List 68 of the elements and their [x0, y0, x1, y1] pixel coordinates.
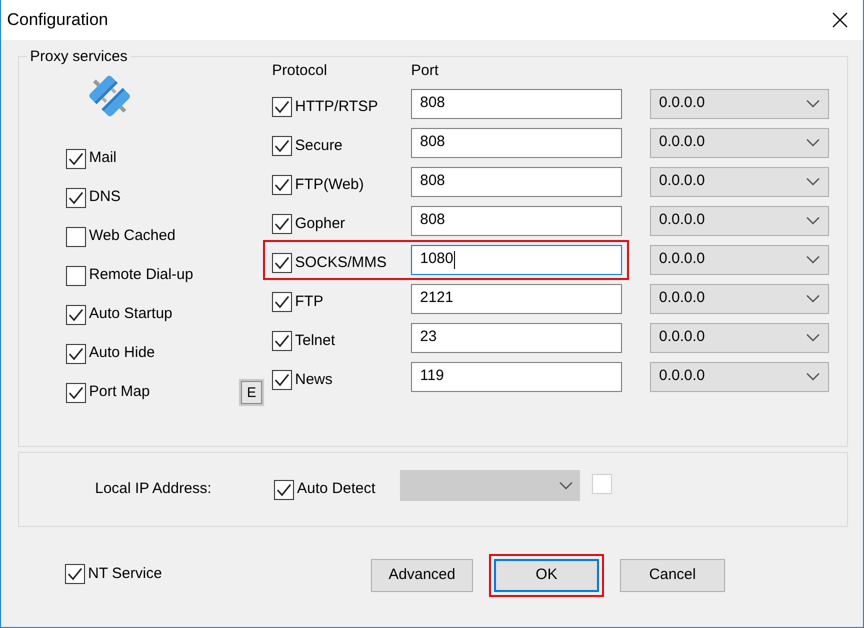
checkbox[interactable]: Auto Detect: [274, 478, 376, 501]
port-field[interactable]: 119: [411, 362, 622, 392]
port-field[interactable]: 808: [411, 206, 622, 236]
address-dropdown[interactable]: 0.0.0.0: [650, 284, 829, 314]
dialog-button[interactable]: Cancel: [620, 559, 725, 592]
checkbox[interactable]: FTP(Web): [272, 174, 411, 196]
check-icon: [274, 295, 290, 309]
port-map-button[interactable]: E: [239, 379, 264, 406]
checkbox[interactable]: [592, 474, 612, 494]
checkbox[interactable]: Mail: [66, 147, 117, 170]
port-field[interactable]: 23: [411, 322, 622, 352]
dialog-button[interactable]: OK: [494, 559, 599, 592]
address-dropdown[interactable]: 0.0.0.0: [650, 244, 829, 274]
port-field[interactable]: 808: [411, 88, 622, 118]
column-header: Protocol: [272, 61, 328, 81]
address-dropdown[interactable]: 0.0.0.0: [650, 128, 829, 158]
chevron-icon: [806, 333, 820, 342]
check-icon: [274, 217, 290, 231]
check-icon: [276, 482, 292, 496]
chevron-icon: [806, 216, 820, 225]
chevron-icon: [806, 99, 820, 108]
check-icon: [68, 152, 84, 166]
checkbox[interactable]: HTTP/RTSP: [272, 96, 411, 118]
checkbox[interactable]: Remote Dial-up: [66, 264, 194, 287]
dialog-button[interactable]: Advanced: [371, 559, 473, 592]
check-icon: [274, 100, 290, 114]
close-icon[interactable]: [832, 12, 848, 28]
check-icon: [274, 178, 290, 192]
check-icon: [274, 256, 290, 270]
chevron-icon: [806, 255, 820, 264]
checkbox[interactable]: Auto Startup: [66, 303, 172, 326]
checkbox[interactable]: Port Map: [66, 381, 150, 404]
check-icon: [274, 334, 290, 348]
port-field[interactable]: 1080: [411, 244, 622, 274]
port-field[interactable]: 808: [411, 166, 622, 196]
checkbox[interactable]: DNS: [66, 186, 121, 209]
field-label: Local IP Address:: [95, 479, 212, 500]
column-header: Port: [411, 61, 439, 81]
checkbox[interactable]: Secure: [272, 134, 411, 158]
checkbox[interactable]: FTP: [272, 290, 411, 314]
group-title: Proxy services: [29, 49, 129, 64]
check-icon: [67, 566, 83, 581]
check-icon: [68, 386, 84, 400]
chevron-icon: [806, 177, 820, 186]
check-icon: [274, 139, 290, 153]
checkbox[interactable]: Gopher: [272, 212, 411, 236]
address-dropdown[interactable]: 0.0.0.0: [650, 322, 829, 352]
chevron-icon: [806, 294, 820, 303]
checkbox[interactable]: Telnet: [272, 330, 411, 352]
check-icon: [68, 190, 84, 204]
port-field[interactable]: 808: [411, 128, 622, 158]
check-icon: [274, 373, 290, 387]
port-field[interactable]: 2121: [411, 284, 622, 314]
address-dropdown[interactable]: 0.0.0.0: [650, 206, 829, 236]
checkbox[interactable]: Web Cached: [66, 225, 176, 248]
address-dropdown[interactable]: 0.0.0.0: [650, 88, 829, 118]
window-title: Configuration: [7, 9, 108, 32]
checkbox[interactable]: SOCKS/MMS: [272, 252, 411, 274]
address-dropdown[interactable]: 0.0.0.0: [650, 362, 829, 392]
checkbox[interactable]: News: [272, 368, 411, 392]
chevron-icon: [559, 481, 574, 490]
check-icon: [68, 346, 84, 360]
chevron-icon: [806, 138, 820, 147]
checkbox[interactable]: Auto Hide: [66, 342, 155, 365]
chevron-icon: [806, 372, 820, 381]
check-icon: [68, 308, 84, 322]
address-dropdown[interactable]: 0.0.0.0: [650, 166, 829, 196]
checkbox[interactable]: NT Service: [65, 562, 162, 586]
